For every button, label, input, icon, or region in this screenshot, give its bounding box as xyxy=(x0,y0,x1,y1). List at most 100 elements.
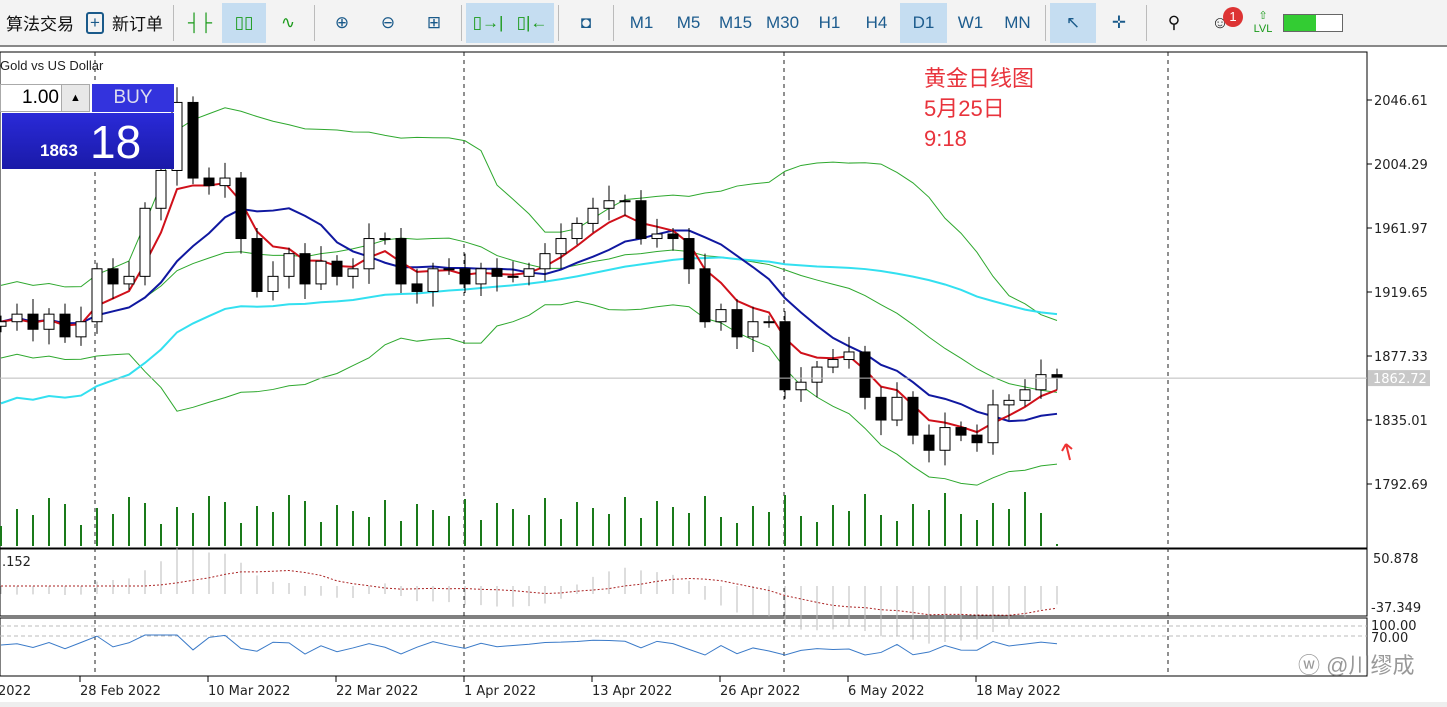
main-pane xyxy=(0,51,1368,549)
candle xyxy=(459,268,471,285)
candle xyxy=(763,321,775,324)
current-price-label: 1862.72 xyxy=(1373,372,1427,387)
timeframe-h1[interactable]: H1 xyxy=(806,3,853,43)
osc2-level-label: 70.00 xyxy=(1371,631,1408,646)
date-label: 10 Mar 2022 xyxy=(208,684,290,699)
tile-windows-icon[interactable]: ⊞ xyxy=(411,3,457,43)
candle xyxy=(1051,374,1063,379)
candle xyxy=(395,238,407,285)
date-label: 13 Apr 2022 xyxy=(592,684,672,699)
date-label: 18 May 2022 xyxy=(976,684,1061,699)
auto-scroll-icon[interactable]: ▯→| xyxy=(466,2,510,43)
candle xyxy=(267,275,279,292)
new-order-button[interactable]: + 新订单 xyxy=(80,3,169,43)
annotation: 黄金日线图 5月25日 9:18 xyxy=(924,64,1034,154)
date-label: 28 Feb 2022 xyxy=(80,684,161,699)
screenshot-icon[interactable]: ◘ xyxy=(563,3,609,43)
candle xyxy=(299,253,311,285)
watermark: ⓦ @川缪成 xyxy=(1298,653,1415,678)
buy-button[interactable]: BUY xyxy=(92,84,174,112)
candle xyxy=(139,207,151,277)
price-minor: 18 xyxy=(90,116,142,168)
candle xyxy=(443,268,455,271)
timeframe-m30[interactable]: M30 xyxy=(759,3,806,43)
candle xyxy=(523,268,535,277)
zoom-in-icon[interactable]: ⊕ xyxy=(319,3,365,43)
candle xyxy=(923,434,935,451)
algo-trading-button[interactable]: 算法交易 xyxy=(0,3,80,43)
candle xyxy=(907,396,919,436)
candle xyxy=(507,275,519,278)
symbol-name: Gold vs US Dollar xyxy=(0,58,104,73)
price-chart[interactable]: 1862.72 2046.61 2004.29 1961.97 1919.65 1877.… xyxy=(0,48,1447,707)
search-icon[interactable]: ⚲ xyxy=(1151,3,1197,43)
annotation-date: 5月25日 xyxy=(924,96,1005,121)
date-label: 1 Apr 2022 xyxy=(464,684,536,699)
candle xyxy=(587,207,599,224)
candle xyxy=(747,321,759,338)
candle xyxy=(363,238,375,270)
oscillator-pane-1 xyxy=(0,548,1368,617)
candlestick-chart-icon[interactable]: ▯▯ xyxy=(222,2,266,43)
candle xyxy=(987,404,999,444)
zoom-out-icon[interactable]: ⊖ xyxy=(365,3,411,43)
level-icon[interactable]: ⇧ LVL xyxy=(1243,3,1283,43)
timeframe-m1[interactable]: M1 xyxy=(618,3,665,43)
timeframe-m15[interactable]: M15 xyxy=(712,3,759,43)
candle xyxy=(715,309,727,323)
level-bar xyxy=(1283,13,1343,32)
price-tick-label: 1877.33 xyxy=(1374,350,1428,365)
candle xyxy=(411,283,423,292)
price-tick-label: 2046.61 xyxy=(1374,94,1428,109)
timeframe-h4[interactable]: H4 xyxy=(853,3,900,43)
timeframe-m5[interactable]: M5 xyxy=(665,3,712,43)
candle xyxy=(539,253,551,270)
candle xyxy=(491,268,503,277)
candle xyxy=(475,268,487,285)
cursor-icon[interactable]: ↖ xyxy=(1050,2,1096,43)
candle xyxy=(555,238,567,255)
candle xyxy=(347,268,359,277)
date-label: 6 May 2022 xyxy=(848,684,925,699)
candle xyxy=(187,101,199,179)
timeframe-w1[interactable]: W1 xyxy=(947,3,994,43)
candle xyxy=(1019,389,1031,401)
buy-quote-button[interactable]: 1863 18 xyxy=(2,113,174,169)
watermark-text: @川缪成 xyxy=(1326,653,1415,678)
timeframe-mn[interactable]: MN xyxy=(994,3,1041,43)
timeframe-d1[interactable]: D1 xyxy=(900,2,947,43)
candle xyxy=(795,381,807,391)
candle xyxy=(107,268,119,285)
toolbar: 算法交易 + 新订单 ┤├ ▯▯ ∿ ⊕ ⊖ ⊞ ▯→| ▯|← ◘ M1 M5 M1… xyxy=(0,0,1447,47)
candle xyxy=(811,366,823,383)
new-order-label: 新订单 xyxy=(112,15,163,34)
candle xyxy=(731,309,743,338)
candle xyxy=(219,177,231,187)
bar-chart-icon[interactable]: ┤├ xyxy=(178,3,222,43)
account-icon[interactable]: ☺ 1 xyxy=(1197,3,1243,43)
line-chart-icon[interactable]: ∿ xyxy=(266,3,310,43)
annotation-title: 黄金日线图 xyxy=(924,66,1035,91)
chart-shift-icon[interactable]: ▯|← xyxy=(510,2,554,43)
candle xyxy=(59,313,71,338)
candle xyxy=(843,351,855,361)
candle xyxy=(331,260,343,277)
date-label: 26 Apr 2022 xyxy=(720,684,800,699)
candle xyxy=(635,200,647,240)
candle xyxy=(875,396,887,421)
candle xyxy=(155,169,167,209)
price-tick-label: 2004.29 xyxy=(1374,158,1428,173)
price-tick-label: 1792.69 xyxy=(1374,478,1428,493)
crosshair-icon[interactable]: ✛ xyxy=(1096,3,1142,43)
candle xyxy=(379,238,391,241)
osc1-min-label: -37.349 xyxy=(1371,601,1421,616)
lot-increase-button[interactable]: ▲ xyxy=(61,85,89,111)
candle xyxy=(971,434,983,444)
price-tick-label: 1835.01 xyxy=(1374,414,1428,429)
candle xyxy=(859,351,871,398)
notification-badge: 1 xyxy=(1223,6,1243,27)
candle xyxy=(955,427,967,436)
candle xyxy=(283,253,295,277)
candle xyxy=(27,313,39,330)
candle xyxy=(123,275,135,285)
